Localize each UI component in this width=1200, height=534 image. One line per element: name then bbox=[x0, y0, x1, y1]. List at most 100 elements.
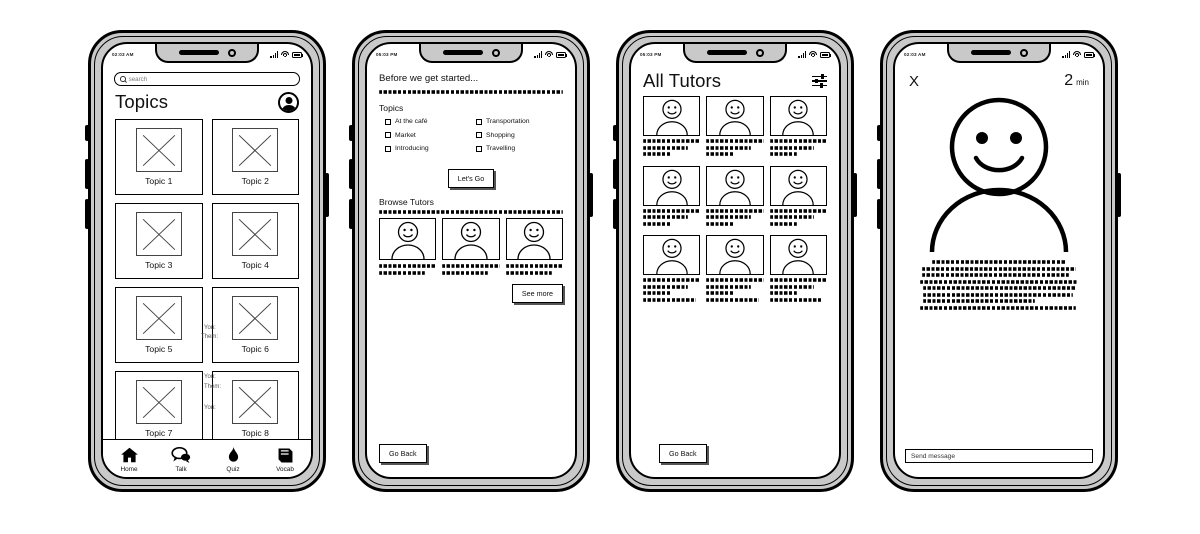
placeholder-text-line bbox=[379, 264, 437, 268]
phone2-screen: 05:03 PM Before we get started... Topics… bbox=[365, 42, 577, 479]
phone4-power-button[interactable] bbox=[1117, 173, 1121, 217]
tutor-card[interactable] bbox=[769, 96, 827, 159]
checkbox-label: Shopping bbox=[486, 131, 515, 139]
placeholder-text-line bbox=[769, 284, 815, 289]
phone2-power-button[interactable] bbox=[589, 173, 593, 217]
checkbox-input[interactable] bbox=[385, 132, 391, 138]
chat-ghost-label: You: bbox=[204, 374, 216, 380]
tutor-card[interactable] bbox=[379, 218, 437, 277]
tab-label: Vocab bbox=[276, 465, 294, 473]
checkbox-row[interactable]: Introducing bbox=[385, 145, 472, 152]
phone3-volume-down-button[interactable] bbox=[613, 199, 617, 229]
topic-card[interactable]: Topic 8 bbox=[211, 371, 299, 447]
signal-icon bbox=[270, 51, 278, 58]
checkbox-row[interactable]: At the café bbox=[385, 118, 472, 125]
phone3-mute-button[interactable] bbox=[613, 125, 617, 141]
tutor-card[interactable] bbox=[769, 165, 827, 229]
phone2-volume-up-button[interactable] bbox=[349, 159, 353, 189]
phone4-status-bar: 02:03 AM bbox=[895, 46, 1103, 63]
close-icon[interactable]: X bbox=[909, 74, 919, 89]
tutor-card[interactable] bbox=[706, 96, 764, 159]
browse-tutors-label: Browse Tutors bbox=[379, 197, 434, 207]
checkbox-row[interactable]: Shopping bbox=[476, 132, 563, 139]
tab-talk[interactable]: Talk bbox=[158, 447, 204, 473]
phone3-status-bar: 05:03 PM bbox=[631, 46, 839, 63]
placeholder-text-line bbox=[643, 278, 701, 282]
checkbox-row[interactable]: Travelling bbox=[476, 145, 563, 152]
signal-icon bbox=[534, 51, 542, 58]
phone2-volume-down-button[interactable] bbox=[349, 199, 353, 229]
search-icon bbox=[120, 76, 126, 82]
user-avatar-icon[interactable] bbox=[278, 91, 299, 113]
phone1-mute-button[interactable] bbox=[85, 125, 89, 141]
topic-card[interactable]: Topic 5 bbox=[115, 287, 203, 363]
tutor-card[interactable] bbox=[505, 218, 563, 277]
phone-screen-conversation: 02:03 AM X 2 min Send message bbox=[877, 30, 1121, 492]
lets-go-button[interactable]: Let's Go bbox=[447, 169, 495, 188]
see-more-button[interactable]: See more bbox=[511, 284, 563, 303]
phone4-volume-up-button[interactable] bbox=[877, 159, 881, 189]
topic-card[interactable]: Topic 3 bbox=[115, 203, 203, 279]
tab-quiz[interactable]: Quiz bbox=[210, 446, 256, 473]
tutor-card[interactable] bbox=[769, 235, 827, 304]
tutor-card[interactable] bbox=[643, 165, 701, 229]
phone1-power-button[interactable] bbox=[325, 173, 329, 217]
topic-card[interactable]: Topic 2 bbox=[211, 119, 299, 195]
phone3-volume-up-button[interactable] bbox=[613, 159, 617, 189]
tutor-info-lines bbox=[643, 278, 701, 302]
image-placeholder-icon bbox=[135, 296, 182, 340]
checkbox-row[interactable]: Transportation bbox=[476, 118, 563, 125]
search-input[interactable]: search bbox=[114, 72, 300, 86]
topic-label: Topic 8 bbox=[241, 428, 269, 438]
go-back-button[interactable]: Go Back bbox=[379, 444, 427, 463]
tab-vocab[interactable]: Vocab bbox=[262, 447, 308, 473]
search-placeholder: search bbox=[128, 75, 148, 83]
topic-card[interactable]: Topic 7 bbox=[115, 371, 203, 447]
phone4-volume-down-button[interactable] bbox=[877, 199, 881, 229]
tab-home[interactable]: Home bbox=[106, 447, 152, 473]
status-clock: 02:03 AM bbox=[112, 52, 134, 57]
placeholder-text-line bbox=[643, 145, 688, 150]
tutor-avatar-icon bbox=[442, 218, 500, 260]
checkbox-input[interactable] bbox=[476, 145, 482, 152]
tutor-card[interactable] bbox=[643, 96, 701, 159]
phone2-content: Before we get started... Topics At the c… bbox=[367, 64, 575, 477]
checkbox-input[interactable] bbox=[476, 132, 482, 138]
topic-card[interactable]: Topic 1 bbox=[115, 119, 203, 195]
placeholder-text-line bbox=[921, 266, 1077, 271]
go-back-button[interactable]: Go Back bbox=[659, 444, 707, 463]
phone-screen-all-tutors: 05:03 PM All Tutors Go Back bbox=[613, 30, 857, 492]
phone2-mute-button[interactable] bbox=[349, 125, 353, 141]
checkbox-label: Transportation bbox=[486, 118, 530, 125]
tutor-card[interactable] bbox=[706, 235, 764, 304]
tutor-card[interactable] bbox=[643, 235, 701, 304]
checkbox-input[interactable] bbox=[476, 118, 482, 125]
message-input[interactable]: Send message bbox=[905, 449, 1093, 463]
placeholder-text-line bbox=[923, 299, 1035, 303]
topics-checkbox-grid: At the café Transportation Market Shoppi… bbox=[379, 118, 563, 152]
phone1-status-bar: 02:03 AM bbox=[103, 46, 311, 63]
topic-card[interactable]: Topic 4 bbox=[211, 203, 299, 279]
tab-label: Home bbox=[120, 465, 138, 473]
image-placeholder-icon bbox=[135, 128, 182, 172]
phone4-header: X 2 min bbox=[895, 64, 1103, 90]
phone4-mute-button[interactable] bbox=[877, 125, 881, 141]
phone3-power-button[interactable] bbox=[853, 173, 857, 217]
phone-screen-topics: 02:03 AM search Topics Topic 1 Topic 2 T… bbox=[85, 30, 329, 492]
placeholder-text-line bbox=[919, 305, 1077, 310]
checkbox-label: Introducing bbox=[395, 145, 429, 152]
phone1-volume-up-button[interactable] bbox=[85, 159, 89, 189]
phone1-volume-down-button[interactable] bbox=[85, 199, 89, 229]
checkbox-input[interactable] bbox=[385, 145, 391, 152]
tutor-card[interactable] bbox=[706, 165, 764, 229]
onboarding-heading: Before we get started... bbox=[379, 73, 479, 84]
placeholder-text-line bbox=[706, 152, 734, 156]
checkbox-row[interactable]: Market bbox=[385, 132, 472, 139]
tutor-card[interactable] bbox=[442, 218, 500, 277]
session-timer: 2 min bbox=[1064, 72, 1089, 90]
filter-sliders-icon[interactable] bbox=[812, 74, 827, 88]
topic-card[interactable]: Topic 6 bbox=[211, 287, 299, 363]
placeholder-text-line bbox=[643, 297, 696, 302]
checkbox-input[interactable] bbox=[385, 118, 391, 125]
placeholder-text-line bbox=[921, 273, 1070, 277]
